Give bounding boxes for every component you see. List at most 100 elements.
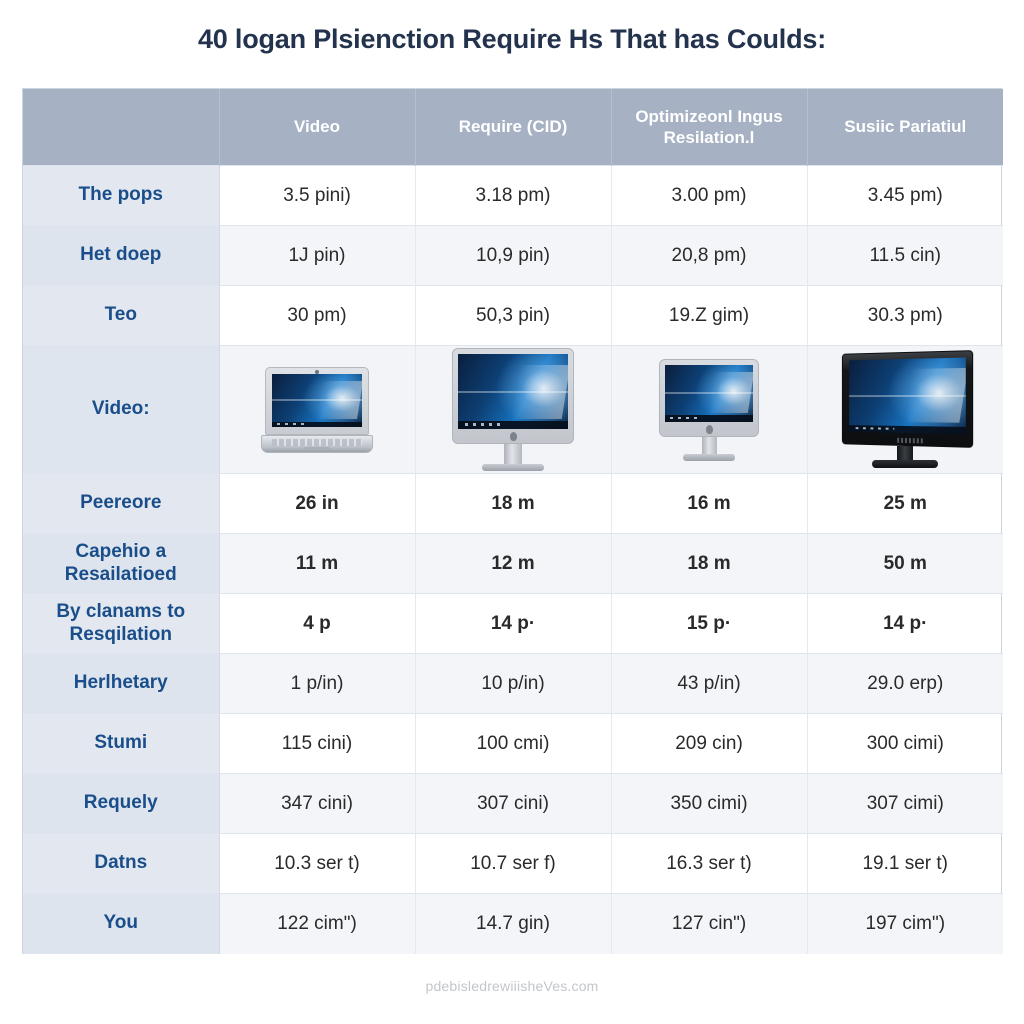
table-cell: 3.18 pm) <box>415 165 612 226</box>
row-label: Video: <box>23 345 220 474</box>
table-cell: 350 cimi) <box>611 773 808 834</box>
table-cell: 25 m <box>807 473 1003 534</box>
laptop-lid <box>265 366 369 435</box>
row-label: Het doep <box>23 225 220 286</box>
row-label: Capehio a Resailatioed <box>23 533 220 594</box>
comparison-table: Video Require (CID) Optimizeonl Ingus Re… <box>23 89 1003 954</box>
row-label: Peereore <box>23 473 220 534</box>
taskbar <box>458 420 568 429</box>
table-cell: 197 cimʺ) <box>807 893 1003 954</box>
monitor-stand-neck <box>701 436 717 454</box>
monitor-screen <box>849 357 967 434</box>
table-cell-product-image[interactable] <box>415 345 612 474</box>
table-cell: 10.3 ser t) <box>219 833 416 894</box>
table-cell: 11.5 cin) <box>807 225 1003 286</box>
table-corner-cell <box>23 89 220 166</box>
table-row: The pops 3.5 pini) 3.18 pm) 3.00 pm) 3.4… <box>23 165 1003 226</box>
table-cell: 3.45 pm) <box>807 165 1003 226</box>
monitor-stand-neck <box>897 445 914 460</box>
table-row: Peereore 26 in 18 m 16 m 25 m <box>23 473 1003 534</box>
table-cell: 347 cini) <box>219 773 416 834</box>
table-header-row: Video Require (CID) Optimizeonl Ingus Re… <box>23 89 1003 166</box>
monitor-stand-base <box>872 459 939 468</box>
table-cell: 10 p/in) <box>415 653 612 714</box>
column-header-4[interactable]: Susiic Pariatiul <box>807 89 1003 166</box>
page-title: 40 logan Plsienction Require Hs That has… <box>197 24 826 54</box>
monitor-bezel <box>842 349 974 448</box>
table-cell-product-image[interactable] <box>219 345 416 474</box>
all-in-one-desktop-small-image <box>659 358 759 461</box>
row-label: Teo <box>23 285 220 346</box>
table-row: By clanams to Resqilation 4 p 14 p· 15 p… <box>23 593 1003 654</box>
table-cell-product-image[interactable] <box>807 345 1003 474</box>
table-cell: 127 cinʺ) <box>611 893 808 954</box>
taskbar <box>665 415 753 422</box>
row-label: By clanams to Resqilation <box>23 593 220 654</box>
table-cell: 26 in <box>219 473 416 534</box>
laptop-keyboard-base <box>261 434 373 453</box>
table-cell: 10.7 ser f) <box>415 833 612 894</box>
column-header-3[interactable]: Optimizeonl Ingus Resilation.l <box>611 89 808 166</box>
table-header: Video Require (CID) Optimizeonl Ingus Re… <box>23 89 1003 166</box>
table-body: The pops 3.5 pini) 3.18 pm) 3.00 pm) 3.4… <box>23 165 1003 954</box>
monitor-stand-base <box>482 464 544 471</box>
table-cell: 30.3 pm) <box>807 285 1003 346</box>
monitor-stand-base <box>683 453 735 461</box>
table-row: Requely 347 cini) 307 cini) 350 cimi) 30… <box>23 773 1003 834</box>
table-cell: 100 cmi) <box>415 713 612 774</box>
row-label: Stumi <box>23 713 220 774</box>
table-cell: 16.3 ser t) <box>611 833 808 894</box>
table-cell: 209 cin) <box>611 713 808 774</box>
taskbar <box>272 421 362 427</box>
table-cell: 14 p· <box>807 593 1003 654</box>
brand-logo-icon <box>897 437 924 443</box>
table-cell: 300 cimi) <box>807 713 1003 774</box>
column-header-1[interactable]: Video <box>219 89 416 166</box>
table-row: Het doep 1J pin) 10,9 pin) 20,8 pm) 11.5… <box>23 225 1003 286</box>
table-cell: 19.Z gim) <box>611 285 808 346</box>
laptop-device-image <box>261 366 373 453</box>
table-cell: 307 cini) <box>415 773 612 834</box>
monitor-stand-neck <box>504 444 522 464</box>
table-row: Teo 30 pm) 50,3 pin) 19.Z gim) 30.3 pm) <box>23 285 1003 346</box>
table-cell: 14.7 gin) <box>415 893 612 954</box>
monitor-screen <box>458 354 568 429</box>
table-cell: 29.0 erp) <box>807 653 1003 714</box>
brand-logo-icon <box>510 432 517 441</box>
table-cell: 1J pin) <box>219 225 416 286</box>
row-label: Herlhetary <box>23 653 220 714</box>
table-cell: 1 p/in) <box>219 653 416 714</box>
table-cell: 122 cimʺ) <box>219 893 416 954</box>
table-row-product-images: Video: <box>23 345 1003 474</box>
row-label: You <box>23 893 220 954</box>
table-cell: 50 m <box>807 533 1003 594</box>
table-cell: 18 m <box>611 533 808 594</box>
table-cell: 50,3 pin) <box>415 285 612 346</box>
laptop-screen <box>272 373 362 427</box>
taskbar-icons <box>670 416 701 419</box>
row-label: Requely <box>23 773 220 834</box>
table-cell: 30 pm) <box>219 285 416 346</box>
comparison-table-container: Video Require (CID) Optimizeonl Ingus Re… <box>22 88 1003 954</box>
table-row: You 122 cimʺ) 14.7 gin) 127 cinʺ) 197 ci… <box>23 893 1003 954</box>
black-monitor-image <box>838 349 974 468</box>
table-cell: 3.5 pini) <box>219 165 416 226</box>
all-in-one-desktop-image <box>452 348 574 471</box>
table-cell: 12 m <box>415 533 612 594</box>
table-cell-product-image[interactable] <box>611 345 808 474</box>
column-header-2[interactable]: Require (CID) <box>415 89 612 166</box>
footer-watermark: pdebisledrewiiisheVes.com <box>425 978 599 994</box>
table-cell: 14 p· <box>415 593 612 654</box>
table-cell: 43 p/in) <box>611 653 808 714</box>
table-cell: 11 m <box>219 533 416 594</box>
table-cell: 20,8 pm) <box>611 225 808 286</box>
brand-logo-icon <box>706 424 713 434</box>
table-cell: 19.1 ser t) <box>807 833 1003 894</box>
monitor-screen <box>665 364 753 422</box>
table-cell: 10,9 pin) <box>415 225 612 286</box>
taskbar-icons <box>855 426 895 430</box>
table-cell: 15 p· <box>611 593 808 654</box>
taskbar-icons <box>464 423 502 426</box>
table-row: Stumi 115 cini) 100 cmi) 209 cin) 300 ci… <box>23 713 1003 774</box>
monitor-bezel <box>659 358 759 437</box>
